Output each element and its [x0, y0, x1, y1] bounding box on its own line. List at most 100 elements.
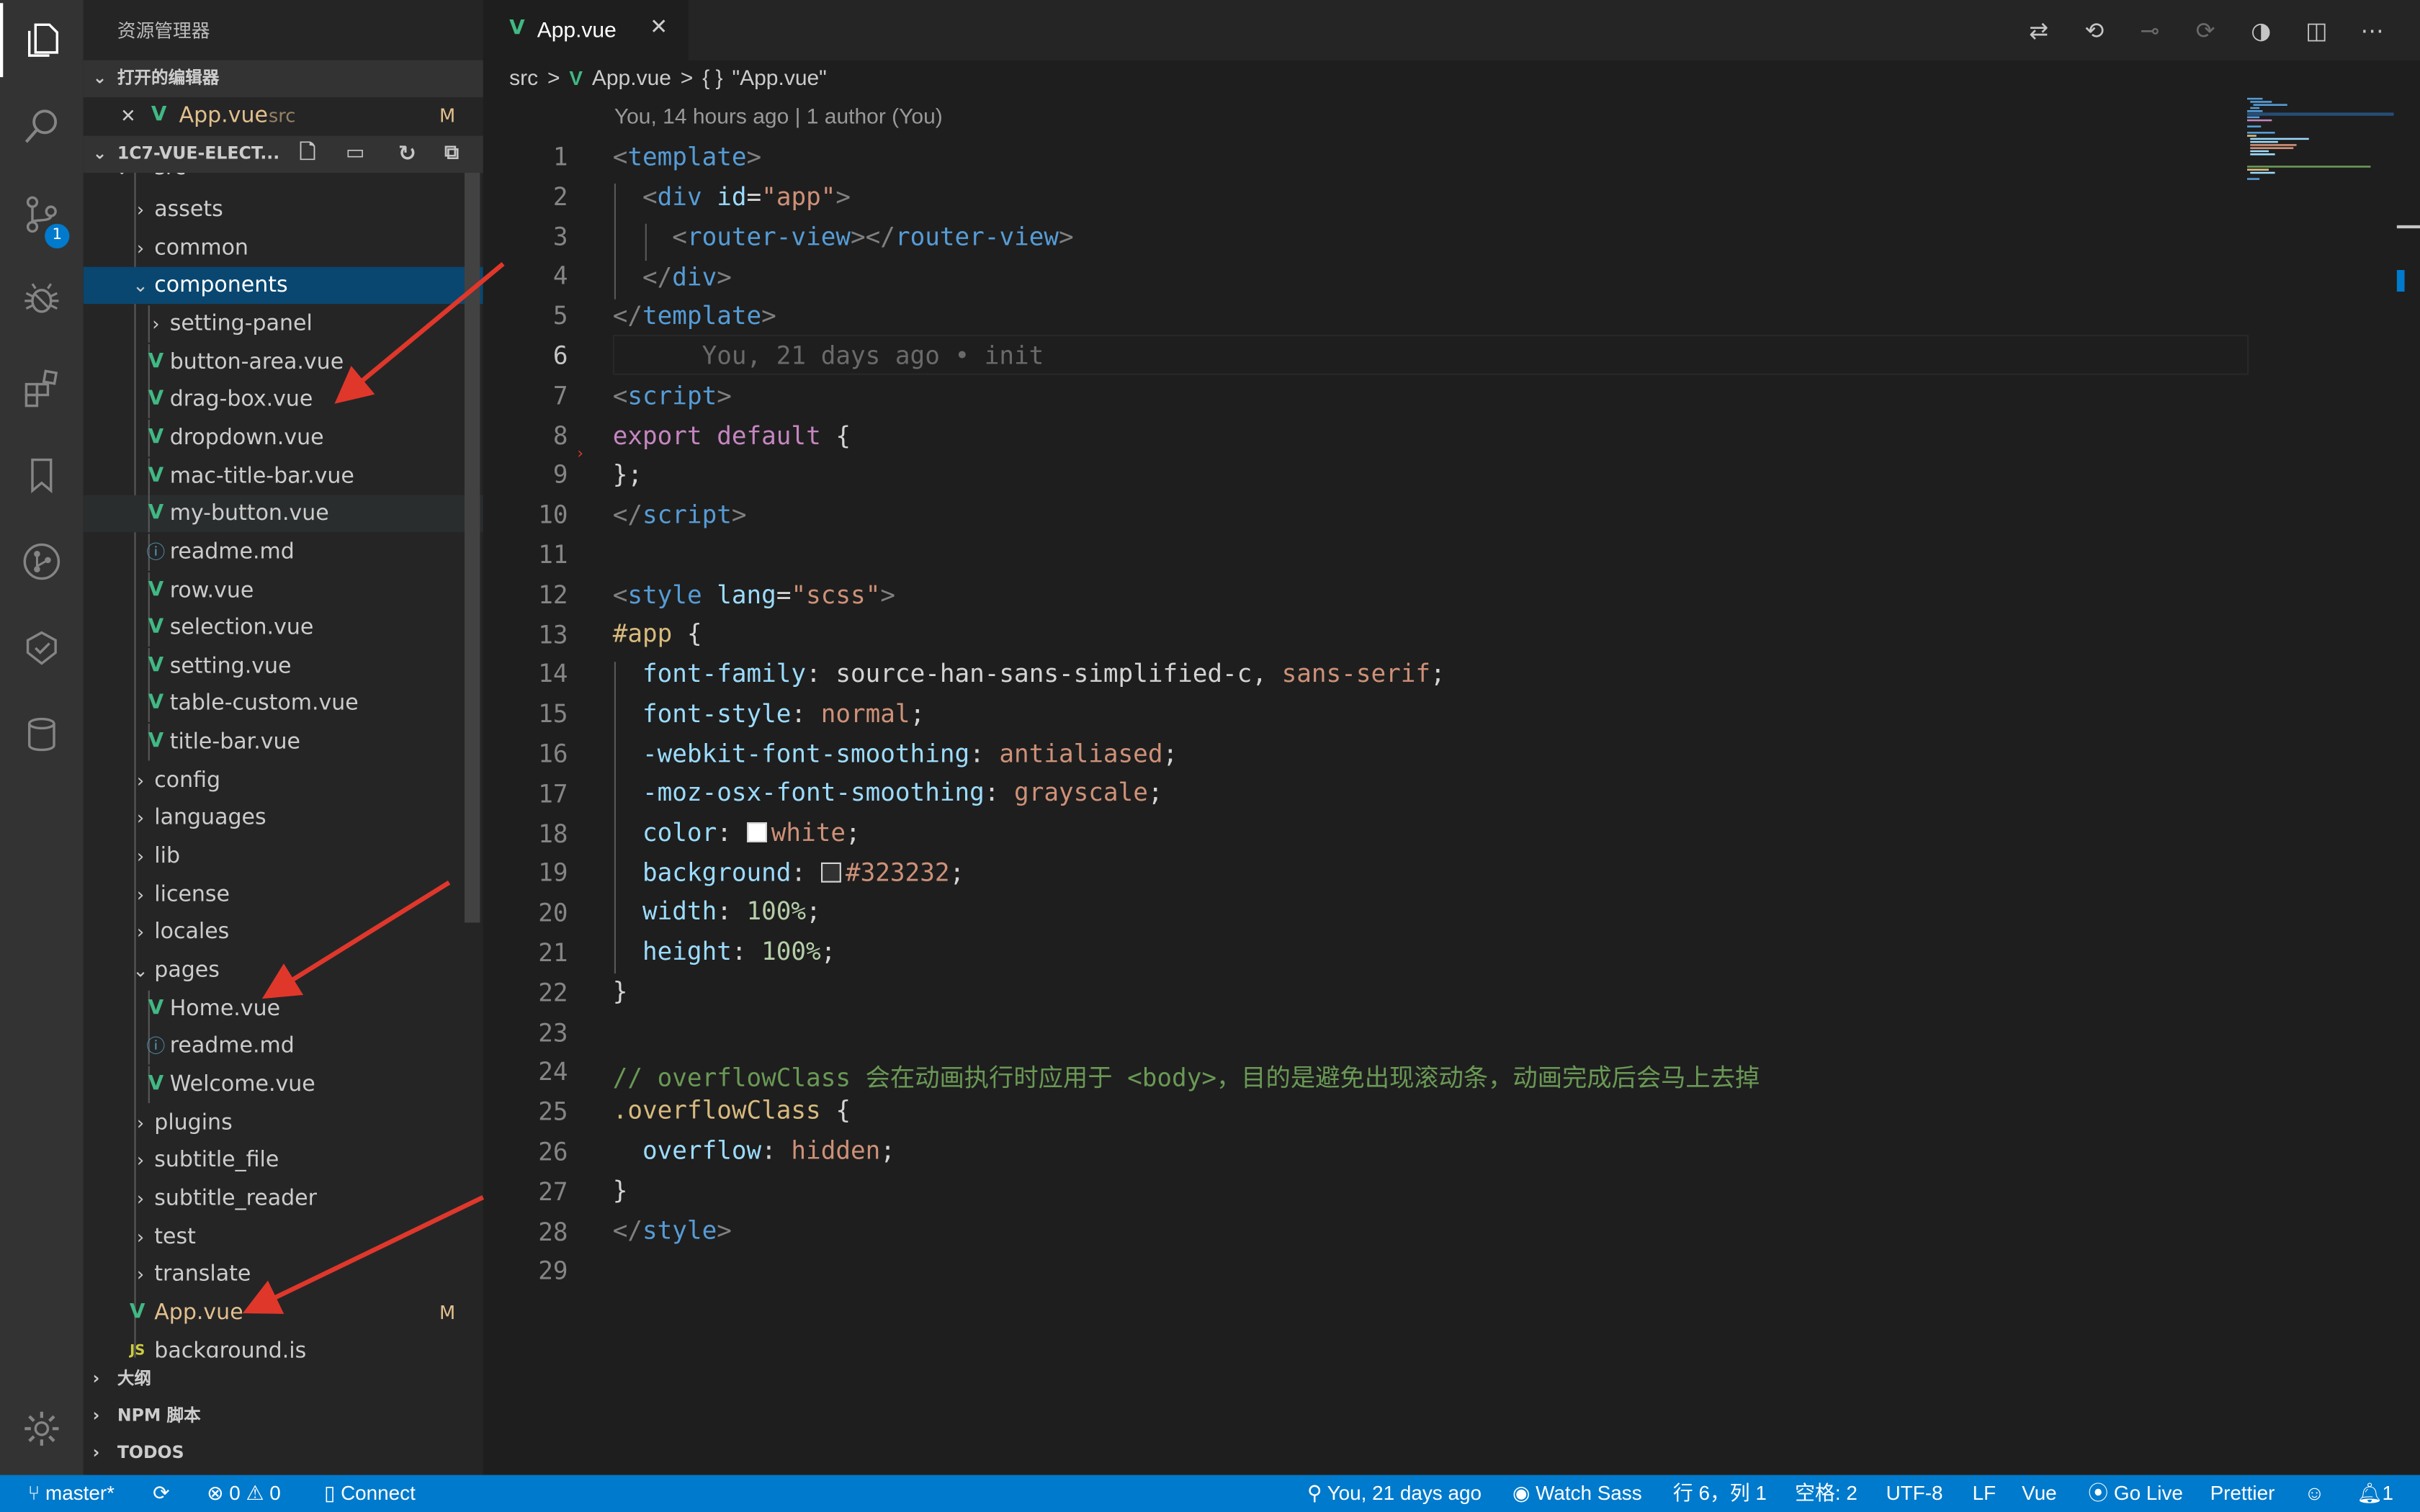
tree-item-label: App.vue: [154, 1300, 243, 1326]
tree-folder[interactable]: › subtitle_file: [84, 1142, 483, 1179]
code-line-22: }: [612, 976, 628, 1007]
explorer-icon[interactable]: [0, 3, 84, 78]
code-line-8: export default {: [612, 421, 851, 451]
vue-file-icon: V: [148, 577, 164, 601]
tree-folder[interactable]: › config: [84, 762, 483, 798]
tree-folder[interactable]: › assets: [84, 192, 483, 228]
tree-folder-src[interactable]: ⌄ src: [84, 173, 483, 186]
color-swatch-white[interactable]: [746, 822, 767, 842]
editor-scrollbar[interactable]: [2396, 60, 2420, 1475]
breadcrumb-src[interactable]: src: [509, 65, 538, 89]
bookmark-icon[interactable]: [0, 438, 84, 513]
tree-file[interactable]: Vtitle-bar.vue: [84, 724, 483, 761]
watch-sass-button[interactable]: ◉ Watch Sass: [1512, 1475, 1642, 1512]
tree-folder[interactable]: › locales: [84, 914, 483, 950]
tree-file[interactable]: Vrow.vue: [84, 571, 483, 609]
tree-file[interactable]: V App.vue M: [84, 1295, 483, 1331]
language-mode[interactable]: Vue: [2022, 1475, 2057, 1512]
tree-file[interactable]: Vmac-title-bar.vue: [84, 457, 483, 495]
tree-folder[interactable]: › languages: [84, 800, 483, 837]
activity-bar: 1: [0, 0, 84, 1475]
color-swatch-dark[interactable]: [820, 862, 841, 883]
git-blame-status[interactable]: ⚲ You, 21 days ago: [1307, 1475, 1482, 1512]
line-number: 4: [552, 261, 568, 291]
tree-file[interactable]: V Welcome.vue: [84, 1066, 483, 1104]
open-editors-header[interactable]: ⌄ 打开的编辑器: [83, 60, 483, 97]
breadcrumb-symbol[interactable]: "App.vue": [732, 65, 826, 89]
tree-file[interactable]: Vdrag-box.vue: [84, 381, 483, 419]
close-icon[interactable]: ✕: [117, 97, 139, 134]
tree-folder[interactable]: › lib: [84, 838, 483, 875]
scm-badge: 1: [45, 223, 70, 248]
database-icon[interactable]: [0, 698, 84, 772]
tree-folder[interactable]: › common: [84, 230, 483, 266]
refresh-icon[interactable]: ↻: [398, 136, 416, 173]
tree-folder[interactable]: › test: [84, 1218, 483, 1255]
debug-icon[interactable]: [0, 262, 84, 336]
minimap[interactable]: [2247, 96, 2394, 189]
tree-file[interactable]: Vsetting.vue: [84, 647, 483, 685]
tree-file[interactable]: JS background.js: [84, 1332, 483, 1358]
tree-folder[interactable]: › license: [84, 876, 483, 912]
prettier-status[interactable]: Prettier: [2210, 1475, 2275, 1512]
code-line-15: font-style: normal;: [642, 698, 926, 729]
extensions-icon[interactable]: [0, 350, 84, 424]
tree-folder[interactable]: › translate: [84, 1256, 483, 1293]
tab-app-vue[interactable]: V App.vue ✕: [483, 0, 689, 60]
problems-indicator[interactable]: ⊗ 0 ⚠ 0: [207, 1475, 281, 1512]
tree-folder[interactable]: › setting-panel: [84, 305, 483, 343]
tree-folder[interactable]: › subtitle_reader: [84, 1180, 483, 1217]
tree-item-label: setting.vue: [169, 654, 292, 679]
line-number: 23: [538, 1017, 568, 1048]
settings-gear-icon[interactable]: [0, 1392, 84, 1466]
tree-file[interactable]: Vbutton-area.vue: [84, 343, 483, 381]
tree-folder[interactable]: ⌄ components: [83, 267, 483, 305]
open-changes-icon[interactable]: ◑: [2244, 14, 2278, 48]
live-share-icon[interactable]: [0, 611, 84, 685]
git-commit-icon[interactable]: ⊸: [2133, 14, 2166, 48]
tree-item-label: common: [154, 235, 248, 261]
collapse-all-icon[interactable]: ⧉: [444, 136, 459, 173]
new-folder-icon[interactable]: ▭: [346, 136, 364, 173]
workspace-header[interactable]: ⌄ 1C7-VUE-ELECT... 🗋 ▭ ↻ ⧉: [83, 135, 483, 173]
codelens-blame[interactable]: You, 14 hours ago | 1 author (You): [614, 104, 943, 128]
todos-header[interactable]: › TODOS: [84, 1435, 483, 1472]
open-editor-item[interactable]: ✕ V App.vue src M: [84, 97, 483, 134]
tree-folder[interactable]: ⌄ pages: [84, 952, 483, 989]
source-control-icon[interactable]: 1: [0, 177, 84, 251]
breadcrumb-file[interactable]: App.vue: [592, 65, 671, 89]
tree-folder[interactable]: › plugins: [84, 1104, 483, 1140]
go-live-button[interactable]: ⦿ Go Live: [2088, 1475, 2183, 1512]
tree-file[interactable]: Vselection.vue: [84, 609, 483, 647]
tree-file[interactable]: ⓘ readme.md: [84, 534, 483, 571]
split-editor-icon[interactable]: ◫: [2300, 14, 2334, 48]
npm-scripts-header[interactable]: › NPM 脚本: [84, 1398, 483, 1434]
search-icon[interactable]: [0, 89, 84, 163]
feedback-smiley-icon[interactable]: ☺: [2304, 1475, 2324, 1512]
branch-indicator[interactable]: ⑂ master*: [28, 1475, 115, 1512]
git-graph-icon[interactable]: [0, 525, 84, 599]
tree-file[interactable]: ⓘ readme.md: [84, 1027, 483, 1066]
braces-icon: { }: [702, 65, 723, 90]
tree-file[interactable]: Vdropdown.vue: [84, 419, 483, 457]
next-change-icon[interactable]: ⟳: [2189, 14, 2223, 48]
previous-change-icon[interactable]: ⟲: [2077, 14, 2111, 48]
sync-icon[interactable]: ⟳: [153, 1475, 169, 1512]
indentation[interactable]: 空格: 2: [1795, 1475, 1857, 1512]
line-number: 29: [538, 1256, 568, 1286]
encoding[interactable]: UTF-8: [1886, 1475, 1943, 1512]
cursor-position[interactable]: 行 6，列 1: [1673, 1475, 1767, 1512]
new-file-icon[interactable]: 🗋: [300, 136, 315, 173]
more-actions-icon[interactable]: ⋯: [2355, 14, 2389, 48]
outline-header[interactable]: › 大纲: [84, 1361, 483, 1398]
notifications-bell[interactable]: 🔔︎1: [2357, 1475, 2393, 1512]
chevron-right-icon: ›: [136, 1112, 145, 1134]
tree-file[interactable]: V Home.vue: [84, 989, 483, 1027]
end-of-line[interactable]: LF: [1973, 1475, 1996, 1512]
tree-file[interactable]: Vmy-button.vue: [83, 495, 483, 533]
connect-button[interactable]: ▯ Connect: [324, 1475, 416, 1512]
close-icon[interactable]: ✕: [650, 15, 668, 40]
compare-changes-icon[interactable]: ⇄: [2022, 14, 2056, 48]
tree-file[interactable]: Vtable-custom.vue: [84, 685, 483, 723]
scrollbar-thumb[interactable]: [465, 173, 480, 923]
